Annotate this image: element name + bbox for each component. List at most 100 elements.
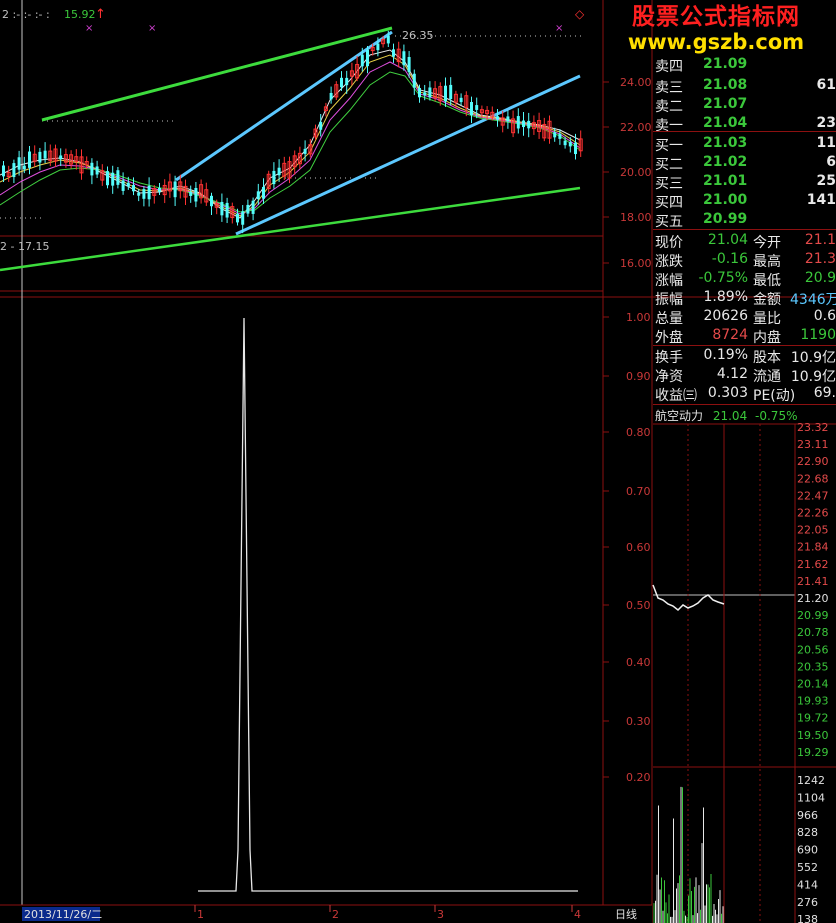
- price-axis-label: 24.00: [620, 76, 652, 89]
- osc-axis-label: 0.20: [626, 771, 651, 784]
- candle: [32, 145, 37, 167]
- candle: [95, 160, 99, 179]
- ma-line-white: [0, 49, 581, 219]
- x-marker-icon: ×: [555, 23, 563, 34]
- quote-value: 21.04: [707, 232, 748, 248]
- candle: [506, 110, 510, 129]
- row-value: 21.04: [703, 115, 748, 131]
- osc-axis-label: 0.40: [626, 656, 651, 669]
- candle: [246, 199, 250, 217]
- quote-value: 69.: [813, 385, 836, 401]
- candle: [194, 181, 198, 208]
- candle: [527, 112, 531, 138]
- quote-label: 涨幅: [655, 273, 683, 289]
- candle: [147, 177, 151, 207]
- period-label[interactable]: 日线: [615, 907, 637, 921]
- fundamental-row: 收益㈢ 0.303 PE(动) 69.: [655, 385, 836, 405]
- osc-axis-label: 0.70: [626, 485, 651, 498]
- candle: [292, 150, 297, 175]
- candle: [28, 146, 31, 175]
- quote-value: 0.6: [813, 308, 836, 324]
- mini-volume-label: 1104: [797, 791, 825, 804]
- quote-value: 4.12: [716, 366, 748, 382]
- x-marker-icon: ×: [148, 23, 156, 34]
- quote-label: 股本: [753, 350, 781, 366]
- quote-label: 最低: [753, 273, 781, 289]
- candle: [500, 110, 505, 133]
- mini-price-label: 19.29: [797, 746, 829, 759]
- mini-price-label: 22.26: [797, 507, 829, 520]
- diamond-icon[interactable]: ◇: [575, 7, 585, 21]
- panel-divider: [653, 345, 836, 346]
- fundamental-row: 换手 0.19% 股本 10.9亿: [655, 347, 836, 367]
- quote-value: 8724: [712, 327, 748, 343]
- row-volume: 23: [816, 115, 836, 131]
- quote-value: 1.89%: [703, 289, 748, 305]
- quote-label: 金额: [753, 292, 781, 308]
- quote-label: 收益㈢: [655, 388, 697, 404]
- quote-label: 现价: [655, 235, 683, 251]
- mini-price-label: 20.56: [797, 643, 829, 656]
- stock-change: -0.75%: [755, 409, 798, 423]
- mini-price-label: 21.41: [797, 575, 829, 588]
- row-volume: 61: [816, 77, 836, 93]
- stock-name: 航空动力: [655, 409, 704, 423]
- candle: [220, 193, 224, 222]
- low-price-label: 2 - 17.15: [0, 240, 49, 253]
- quote-value: 10.9亿: [790, 350, 836, 366]
- candle: [516, 108, 520, 134]
- quote-value: 21.3: [804, 251, 836, 267]
- candle: [251, 197, 255, 221]
- month-mark: 4: [574, 908, 581, 921]
- candle: [100, 164, 105, 186]
- candle: [396, 41, 401, 68]
- quote-value: 20.9: [804, 270, 836, 286]
- row-label: 买四: [655, 195, 683, 211]
- mini-volume-label: 966: [797, 809, 818, 822]
- candle: [392, 43, 395, 63]
- candle: [366, 45, 369, 74]
- candle: [531, 115, 536, 135]
- row-label: 买二: [655, 157, 683, 173]
- quote-label: 总量: [655, 311, 683, 327]
- quote-row: 涨幅 -0.75% 最低 20.9: [655, 270, 836, 290]
- panel-divider: [653, 229, 836, 230]
- panel-divider: [653, 404, 836, 405]
- month-mark: 3: [437, 908, 444, 921]
- quote-label: 换手: [655, 350, 683, 366]
- order-buy-row: 买四 21.00 141: [655, 192, 836, 212]
- candle: [106, 166, 109, 189]
- candle: [470, 96, 473, 124]
- candle: [167, 173, 172, 198]
- order-sell-row: 卖一 21.04 23: [655, 115, 836, 135]
- quote-value: 0.303: [707, 385, 748, 401]
- osc-axis-label: 0.90: [626, 370, 651, 383]
- quote-label: 涨跌: [655, 254, 683, 270]
- quote-label: 外盘: [655, 330, 683, 346]
- oscillator-line: [198, 317, 578, 892]
- candle: [282, 156, 287, 181]
- candle: [79, 149, 84, 180]
- candle: [578, 130, 583, 157]
- mini-volume-label: 690: [797, 844, 818, 857]
- row-label: 买五: [655, 214, 683, 230]
- mini-price-label: 23.11: [797, 438, 829, 451]
- candle: [59, 148, 63, 167]
- mini-price-label: 21.84: [797, 541, 829, 554]
- order-buy-row: 买三 21.01 25: [655, 173, 836, 193]
- row-label: 买一: [655, 138, 683, 154]
- quote-value: 1190: [800, 327, 836, 343]
- mini-volume-label: 552: [797, 861, 818, 874]
- quote-value: 4346万: [790, 292, 836, 308]
- price-axis-label: 16.00: [620, 257, 652, 270]
- row-value: 21.07: [703, 96, 748, 112]
- candle: [355, 56, 360, 82]
- quote-row: 振幅 1.89% 金额 4346万: [655, 289, 836, 309]
- candle: [199, 179, 204, 204]
- date-cursor-label: 2013/11/26/二: [24, 908, 102, 921]
- candle: [53, 144, 58, 167]
- order-sell-row: 卖二 21.07: [655, 96, 836, 116]
- quote-label: 内盘: [753, 330, 781, 346]
- mini-price-label: 22.90: [797, 455, 829, 468]
- quote-row: 涨跌 -0.16 最高 21.3: [655, 251, 836, 271]
